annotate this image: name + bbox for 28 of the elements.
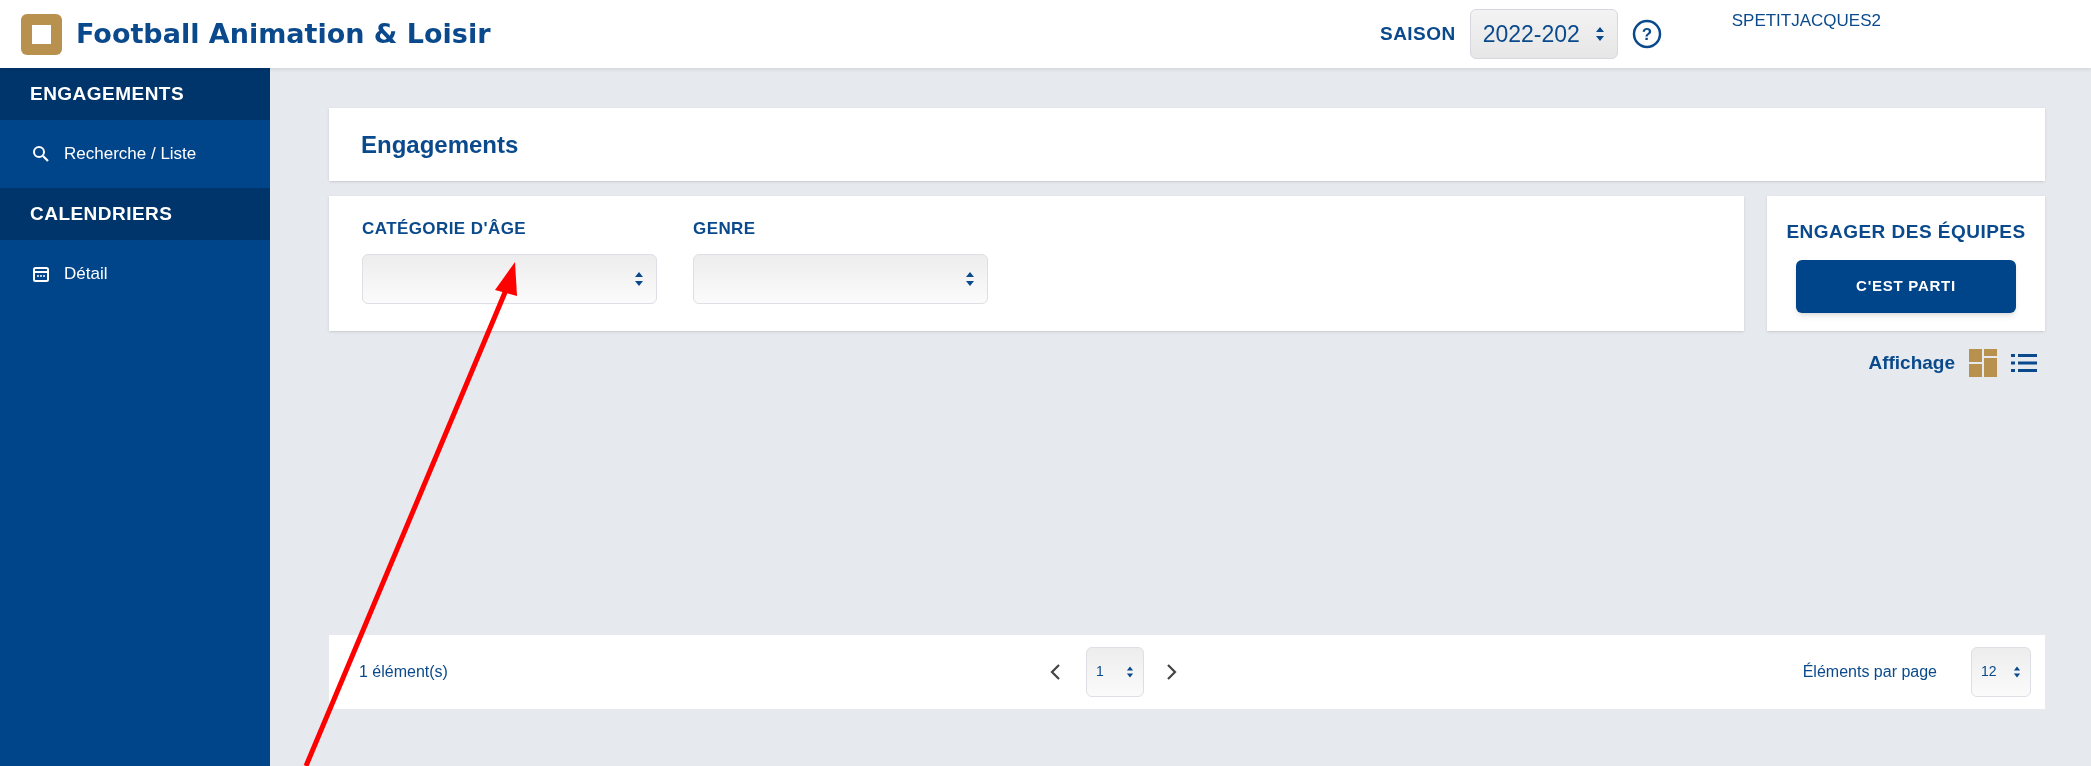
caret-icon bbox=[1126, 664, 1134, 679]
engage-title: ENGAGER DES ÉQUIPES bbox=[1786, 220, 2026, 244]
display-label: Affichage bbox=[1868, 351, 1955, 375]
calendar-icon bbox=[32, 265, 50, 283]
page-select[interactable]: 1 bbox=[1086, 646, 1144, 697]
filter-label: CATÉGORIE D'ÂGE bbox=[362, 218, 528, 240]
result-count: 1 élément(s) bbox=[359, 661, 449, 682]
season-select[interactable]: 2022-202 bbox=[1469, 9, 1618, 59]
per-page-select[interactable]: 12 bbox=[1971, 646, 2031, 697]
caret-icon bbox=[1594, 25, 1605, 43]
page-title: Engagements bbox=[361, 129, 519, 160]
help-icon[interactable]: ? bbox=[1631, 19, 1662, 49]
search-icon bbox=[32, 145, 50, 163]
start-button[interactable]: C'EST PARTI bbox=[1796, 259, 2016, 313]
next-icon[interactable] bbox=[1166, 662, 1178, 681]
filter-label: GENRE bbox=[693, 218, 757, 240]
per-page-label: Éléments par page bbox=[1802, 661, 1937, 682]
caret-icon bbox=[2013, 664, 2021, 679]
logo-icon bbox=[21, 13, 62, 55]
previous-icon[interactable] bbox=[1049, 662, 1061, 681]
username[interactable]: SPETITJACQUES2 bbox=[1731, 8, 1881, 34]
app-title: Football Animation & Loisir bbox=[76, 16, 491, 51]
sidebar-item[interactable]: Détail bbox=[0, 240, 270, 308]
sidebar-section-header: CALENDRIERS bbox=[0, 188, 270, 240]
sidebar-section-header: ENGAGEMENTS bbox=[0, 68, 270, 120]
season-label: SAISON bbox=[1380, 21, 1456, 46]
sidebar-item[interactable]: Recherche / Liste bbox=[0, 120, 270, 188]
list-view-icon[interactable] bbox=[2011, 353, 2037, 374]
